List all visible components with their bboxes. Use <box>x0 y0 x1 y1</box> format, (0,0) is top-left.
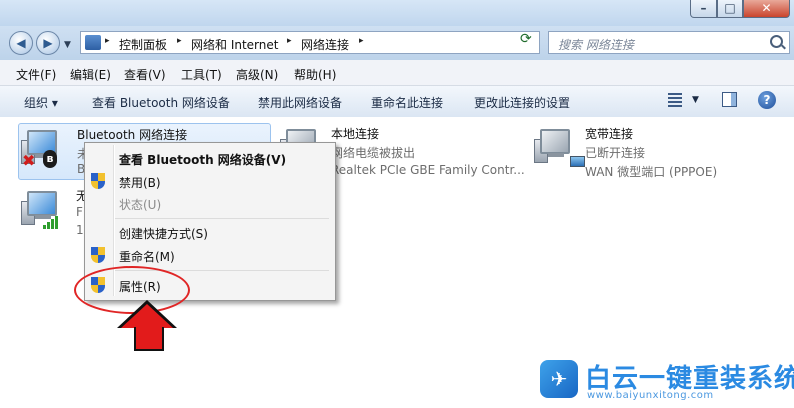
breadcrumb-network-internet[interactable]: 网络和 Internet <box>191 36 278 53</box>
broadband-pc-icon <box>534 127 572 167</box>
disconnected-x-icon: ✖ <box>22 151 36 170</box>
breadcrumb-chevron[interactable]: ▸ <box>287 36 292 46</box>
forward-arrow-icon: ▶ <box>43 36 53 50</box>
control-panel-icon <box>85 35 101 50</box>
view-dropdown-icon[interactable]: ▼ <box>692 95 699 105</box>
minimize-button[interactable]: – <box>690 0 717 18</box>
back-button[interactable]: ◀ <box>9 31 33 55</box>
menu-status: 状态(U) <box>119 198 162 212</box>
uac-shield-icon <box>91 247 105 263</box>
window-titlebar: – □ ✕ <box>0 0 794 26</box>
recent-pages-dropdown[interactable]: ▼ <box>64 40 71 50</box>
change-settings-button[interactable]: 更改此连接的设置 <box>474 94 570 111</box>
command-bar: 组织 ▾ 查看 Bluetooth 网络设备 禁用此网络设备 重命名此连接 更改… <box>0 86 794 118</box>
connection-device: 1 <box>76 223 84 237</box>
minimize-icon: – <box>700 1 707 15</box>
search-placeholder: 搜索 网络连接 <box>558 38 634 52</box>
maximize-button[interactable]: □ <box>717 0 743 18</box>
menu-file[interactable]: 文件(F) <box>16 66 56 83</box>
watermark: ✈ 白云一键重装系统 www.baiyunxitong.com <box>540 356 794 406</box>
search-box[interactable]: 搜索 网络连接 <box>548 31 790 54</box>
menu-tools[interactable]: 工具(T) <box>181 66 222 83</box>
breadcrumb-control-panel[interactable]: 控制面板 <box>119 36 167 53</box>
connection-name: Bluetooth 网络连接 <box>77 128 188 142</box>
view-bluetooth-devices-button[interactable]: 查看 Bluetooth 网络设备 <box>92 94 230 111</box>
menu-view-bluetooth-devices[interactable]: 查看 Bluetooth 网络设备(V) <box>119 151 286 168</box>
connection-status: F <box>76 205 83 219</box>
uac-shield-icon <box>91 173 105 189</box>
connection-device: Realtek PCIe GBE Family Contr... <box>331 163 525 177</box>
connection-wireless[interactable]: 无 F 1 <box>18 185 88 240</box>
help-icon[interactable]: ? <box>758 91 776 109</box>
connection-broadband[interactable]: 宽带连接 已断开连接 WAN 微型端口 (PPPOE) <box>530 123 780 179</box>
menu-disable[interactable]: 禁用(B) <box>119 174 161 191</box>
forward-button[interactable]: ▶ <box>36 31 60 55</box>
bird-logo-icon: ✈ <box>540 360 578 398</box>
menu-rename[interactable]: 重命名(M) <box>119 248 175 265</box>
breadcrumb-network-connections[interactable]: 网络连接 <box>301 36 349 53</box>
menu-edit[interactable]: 编辑(E) <box>70 66 111 83</box>
connection-status: 网络电缆被拔出 <box>331 146 416 160</box>
connection-device: WAN 微型端口 (PPPOE) <box>585 165 718 179</box>
close-button[interactable]: ✕ <box>743 0 790 18</box>
rename-connection-button[interactable]: 重命名此连接 <box>371 94 443 111</box>
pointer-arrow-icon <box>121 304 173 328</box>
close-icon: ✕ <box>761 1 772 15</box>
menu-view[interactable]: 查看(V) <box>124 66 166 83</box>
search-icon[interactable] <box>770 35 783 48</box>
organize-button[interactable]: 组织 ▾ <box>24 94 58 111</box>
breadcrumb-chevron[interactable]: ▸ <box>359 36 364 46</box>
menu-separator <box>115 218 329 219</box>
navigation-bar: ◀ ▶ ▼ ▸ 控制面板 ▸ 网络和 Internet ▸ 网络连接 ▸ ▼ ⟳… <box>0 26 794 60</box>
connection-name: 宽带连接 <box>585 127 634 141</box>
wireless-pc-icon <box>21 189 59 229</box>
watermark-url: www.baiyunxitong.com <box>587 390 714 401</box>
wifi-signal-icon <box>43 215 61 229</box>
refresh-icon[interactable]: ⟳ <box>520 31 532 47</box>
menu-help[interactable]: 帮助(H) <box>294 66 336 83</box>
menu-create-shortcut[interactable]: 创建快捷方式(S) <box>119 225 208 242</box>
pointer-arrow-stem <box>134 327 164 351</box>
connection-status: 已断开连接 <box>585 146 646 160</box>
bluetooth-icon: ʙ <box>43 150 57 168</box>
change-view-icon[interactable] <box>668 93 682 107</box>
maximize-icon: □ <box>724 1 736 15</box>
menu-bar: 文件(F) 编辑(E) 查看(V) 工具(T) 高级(N) 帮助(H) <box>0 60 794 86</box>
breadcrumb-chevron[interactable]: ▸ <box>105 36 110 46</box>
back-arrow-icon: ◀ <box>16 36 26 50</box>
bluetooth-pc-icon: ✖ ʙ <box>21 128 59 170</box>
address-bar[interactable]: ▸ 控制面板 ▸ 网络和 Internet ▸ 网络连接 ▸ ▼ <box>80 31 591 54</box>
disable-device-button[interactable]: 禁用此网络设备 <box>258 94 342 111</box>
modem-icon <box>570 156 585 167</box>
preview-pane-icon[interactable] <box>722 92 737 107</box>
connection-name: 本地连接 <box>331 127 380 141</box>
breadcrumb-chevron[interactable]: ▸ <box>177 36 182 46</box>
menu-advanced[interactable]: 高级(N) <box>236 66 278 83</box>
